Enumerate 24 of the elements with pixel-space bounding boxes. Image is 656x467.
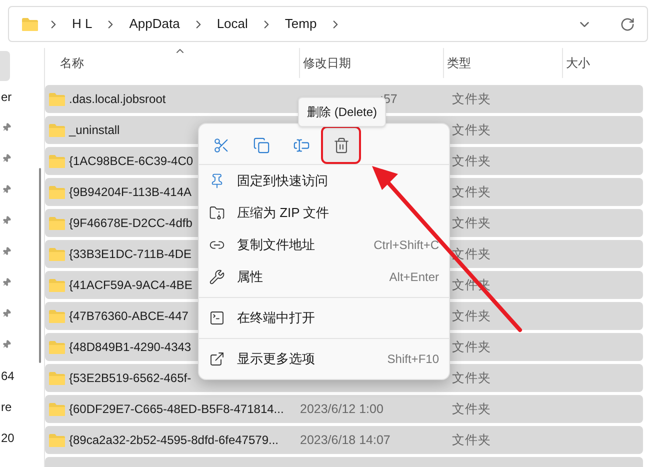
file-name: .das.local.jobsroot (69, 91, 166, 108)
file-type: 文件夹 (452, 432, 491, 449)
file-type: 文件夹 (452, 400, 491, 418)
file-name: {60DF29E7-C665-48ED-B5F8-471814... (69, 401, 284, 418)
file-type: 文件夹 (452, 90, 491, 108)
file-name: {41ACF59A-9AC4-4BE (69, 277, 192, 294)
file-type: 文件夹 (452, 184, 491, 201)
file-type: 文件夹 (452, 370, 491, 387)
file-name: _uninstall (69, 122, 120, 139)
file-type: 文件夹 (452, 308, 491, 325)
file-date: 2023/6/12 1:00 (300, 402, 384, 416)
file-type: 文件夹 (452, 122, 491, 139)
file-type: 文件夹 (452, 152, 491, 170)
file-name: {33B3E1DC-711B-4DE (69, 246, 192, 263)
file-name: {53E2B519-6562-465f- (69, 370, 192, 387)
file-name: {47B76360-ABCE-447 (69, 308, 188, 325)
file-type: 文件夹 (452, 214, 491, 232)
file-name: {89ca2a32-2b52-4595-8dfd-6fe47579... (69, 432, 279, 449)
file-name: {48D849B1-4290-4343 (69, 339, 192, 356)
file-date: 2023/6/18 14:07 (300, 432, 390, 447)
file-type: 文件夹 (452, 338, 491, 356)
file-name: {1AC98BCE-6C39-4C0 (69, 153, 194, 170)
file-name: {9B94204F-113B-414A (69, 184, 192, 201)
file-name: {9F46678E-D2CC-4dfb (69, 215, 192, 232)
